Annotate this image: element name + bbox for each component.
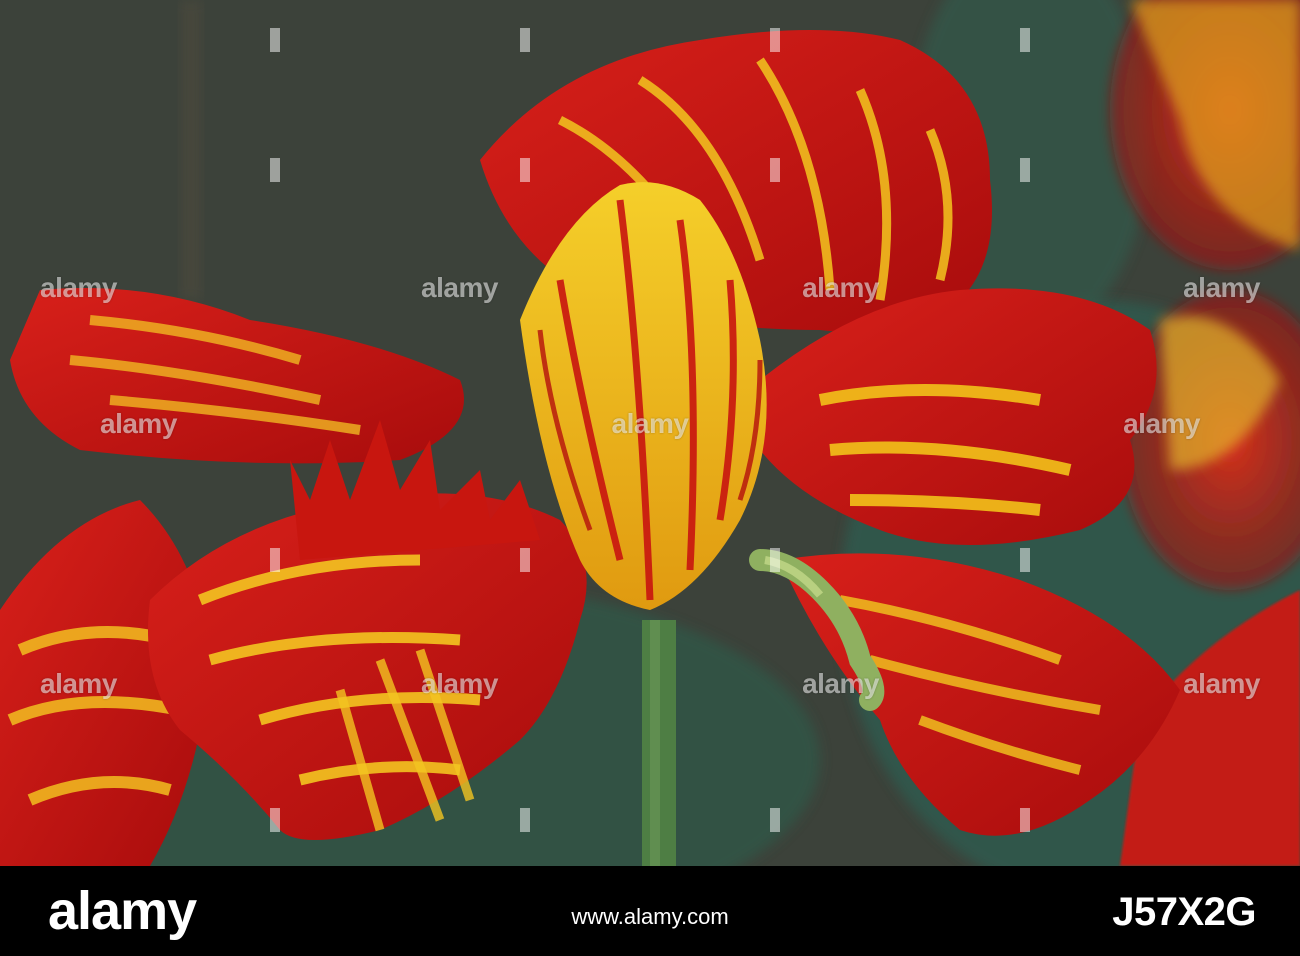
alamy-logo: alamy [48,881,197,941]
photo-area: alamy alamy alamy alamy alamy alamy alam… [0,0,1300,866]
tulip-photo [0,0,1300,866]
footer-bar: alamy www.alamy.com J57X2G [0,866,1300,956]
footer-url[interactable]: www.alamy.com [571,904,728,930]
image-id: J57X2G [1112,890,1256,934]
